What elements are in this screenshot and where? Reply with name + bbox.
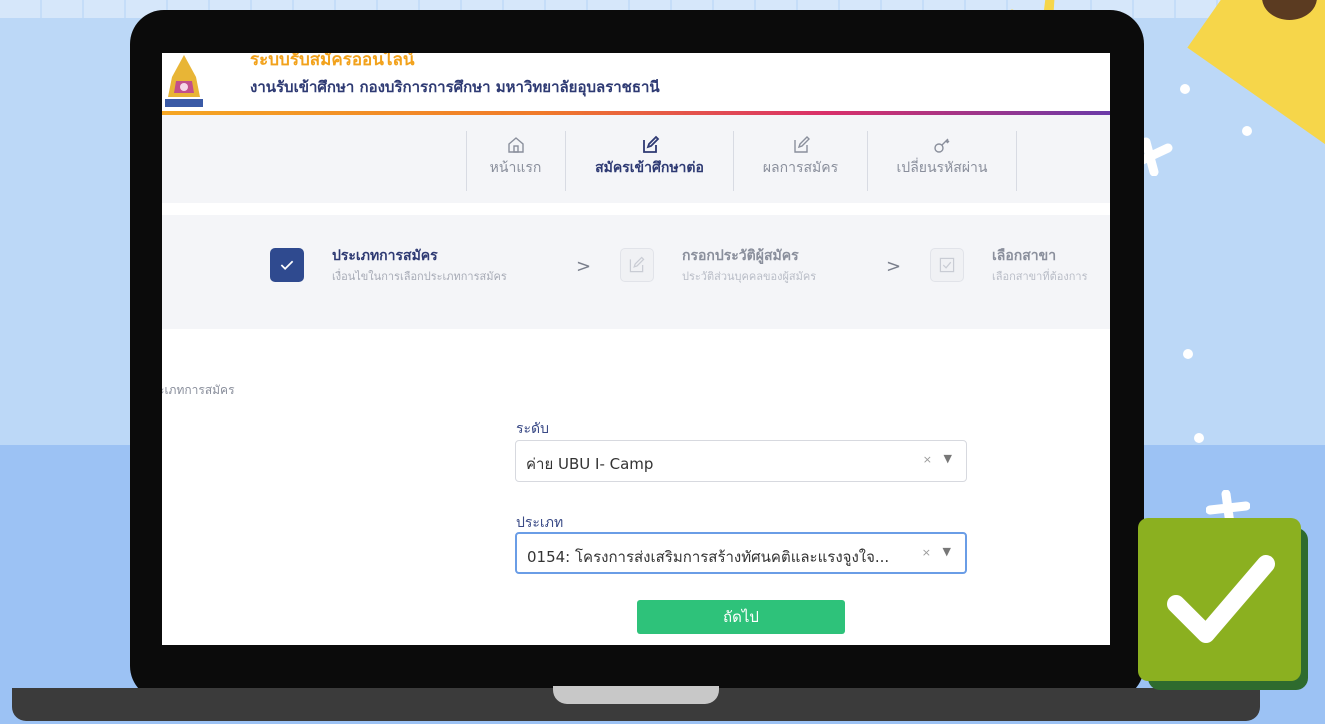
chevron-down-icon[interactable]: ▼ — [943, 545, 951, 558]
nav-item-home[interactable]: หน้าแรก — [466, 131, 564, 191]
app-title: ระบบรับสมัครออนไลน์ — [250, 53, 415, 70]
nav-item-results[interactable]: ผลการสมัคร — [733, 131, 867, 191]
chevron-down-icon[interactable]: ▼ — [944, 452, 952, 465]
university-logo — [165, 55, 203, 107]
step-box — [930, 248, 964, 282]
edit-icon — [629, 256, 645, 273]
step-arrow: > — [886, 256, 902, 277]
type-label: ประเภท — [516, 515, 564, 531]
step-arrow: > — [576, 256, 592, 277]
key-icon — [934, 138, 950, 153]
checkmark-icon — [1167, 555, 1275, 643]
nav-item-apply[interactable]: สมัครเข้าศึกษาต่อ — [565, 131, 733, 191]
type-select-value: 0154: โครงการส่งเสริมการสร้างทัศนคติและแ… — [527, 548, 890, 566]
decorative-dot — [1194, 433, 1204, 443]
nav-item-change-password[interactable]: เปลี่ยนรหัสผ่าน — [867, 131, 1017, 191]
check-icon — [280, 260, 294, 270]
step-title: กรอกประวัติผู้สมัคร — [682, 248, 799, 264]
nav-item-label: สมัครเข้าศึกษาต่อ — [595, 160, 704, 176]
home-icon — [507, 137, 524, 153]
edit-icon — [793, 136, 810, 153]
decorative-dot — [1180, 84, 1190, 94]
app-subtitle: งานรับเข้าศึกษา กองบริการการศึกษา มหาวิท… — [250, 78, 660, 96]
clear-icon[interactable]: × — [922, 546, 931, 559]
type-select[interactable]: 0154: โครงการส่งเสริมการสร้างทัศนคติและแ… — [515, 532, 967, 574]
nav-item-label: หน้าแรก — [489, 160, 542, 176]
step-description: เลือกสาขาที่ต้องการ — [992, 270, 1088, 283]
step-title: เลือกสาขา — [992, 248, 1057, 264]
next-button[interactable]: ถัดไป — [637, 600, 845, 634]
corner-banner-decoration — [1187, 0, 1325, 146]
level-select-value: ค่าย UBU I- Camp — [526, 455, 654, 473]
clear-icon[interactable]: × — [923, 453, 932, 466]
level-label: ระดับ — [516, 421, 550, 437]
site-header: ระบบรับสมัครออนไลน์ งานรับเข้าศึกษา กองบ… — [162, 53, 1110, 115]
decorative-dot — [1183, 349, 1193, 359]
step-box — [270, 248, 304, 282]
level-select[interactable]: ค่าย UBU I- Camp × ▼ — [515, 440, 967, 482]
browser-screen: ระบบรับสมัครออนไลน์ งานรับเข้าศึกษา กองบ… — [162, 53, 1110, 645]
check-badge — [1138, 518, 1301, 681]
decorative-dot — [1242, 126, 1252, 136]
breadcrumb: ะเภทการสมัคร — [162, 383, 235, 397]
nav-item-label: ผลการสมัคร — [762, 160, 839, 176]
step-box — [620, 248, 654, 282]
main-nav: หน้าแรก สมัครเข้าศึกษาต่อ ผลการสมัคร เปล… — [162, 115, 1110, 203]
edit-icon — [642, 135, 659, 153]
checkbox-icon — [939, 257, 955, 273]
application-stepper: ประเภทการสมัคร เงื่อนไขในการเลือกประเภทก… — [162, 215, 1110, 329]
step-description: เงื่อนไขในการเลือกประเภทการสมัคร — [332, 270, 507, 283]
step-title: ประเภทการสมัคร — [332, 248, 438, 264]
nav-item-label: เปลี่ยนรหัสผ่าน — [896, 160, 988, 176]
laptop-notch — [553, 686, 719, 704]
step-description: ประวัติส่วนบุคคลของผู้สมัคร — [682, 270, 817, 283]
